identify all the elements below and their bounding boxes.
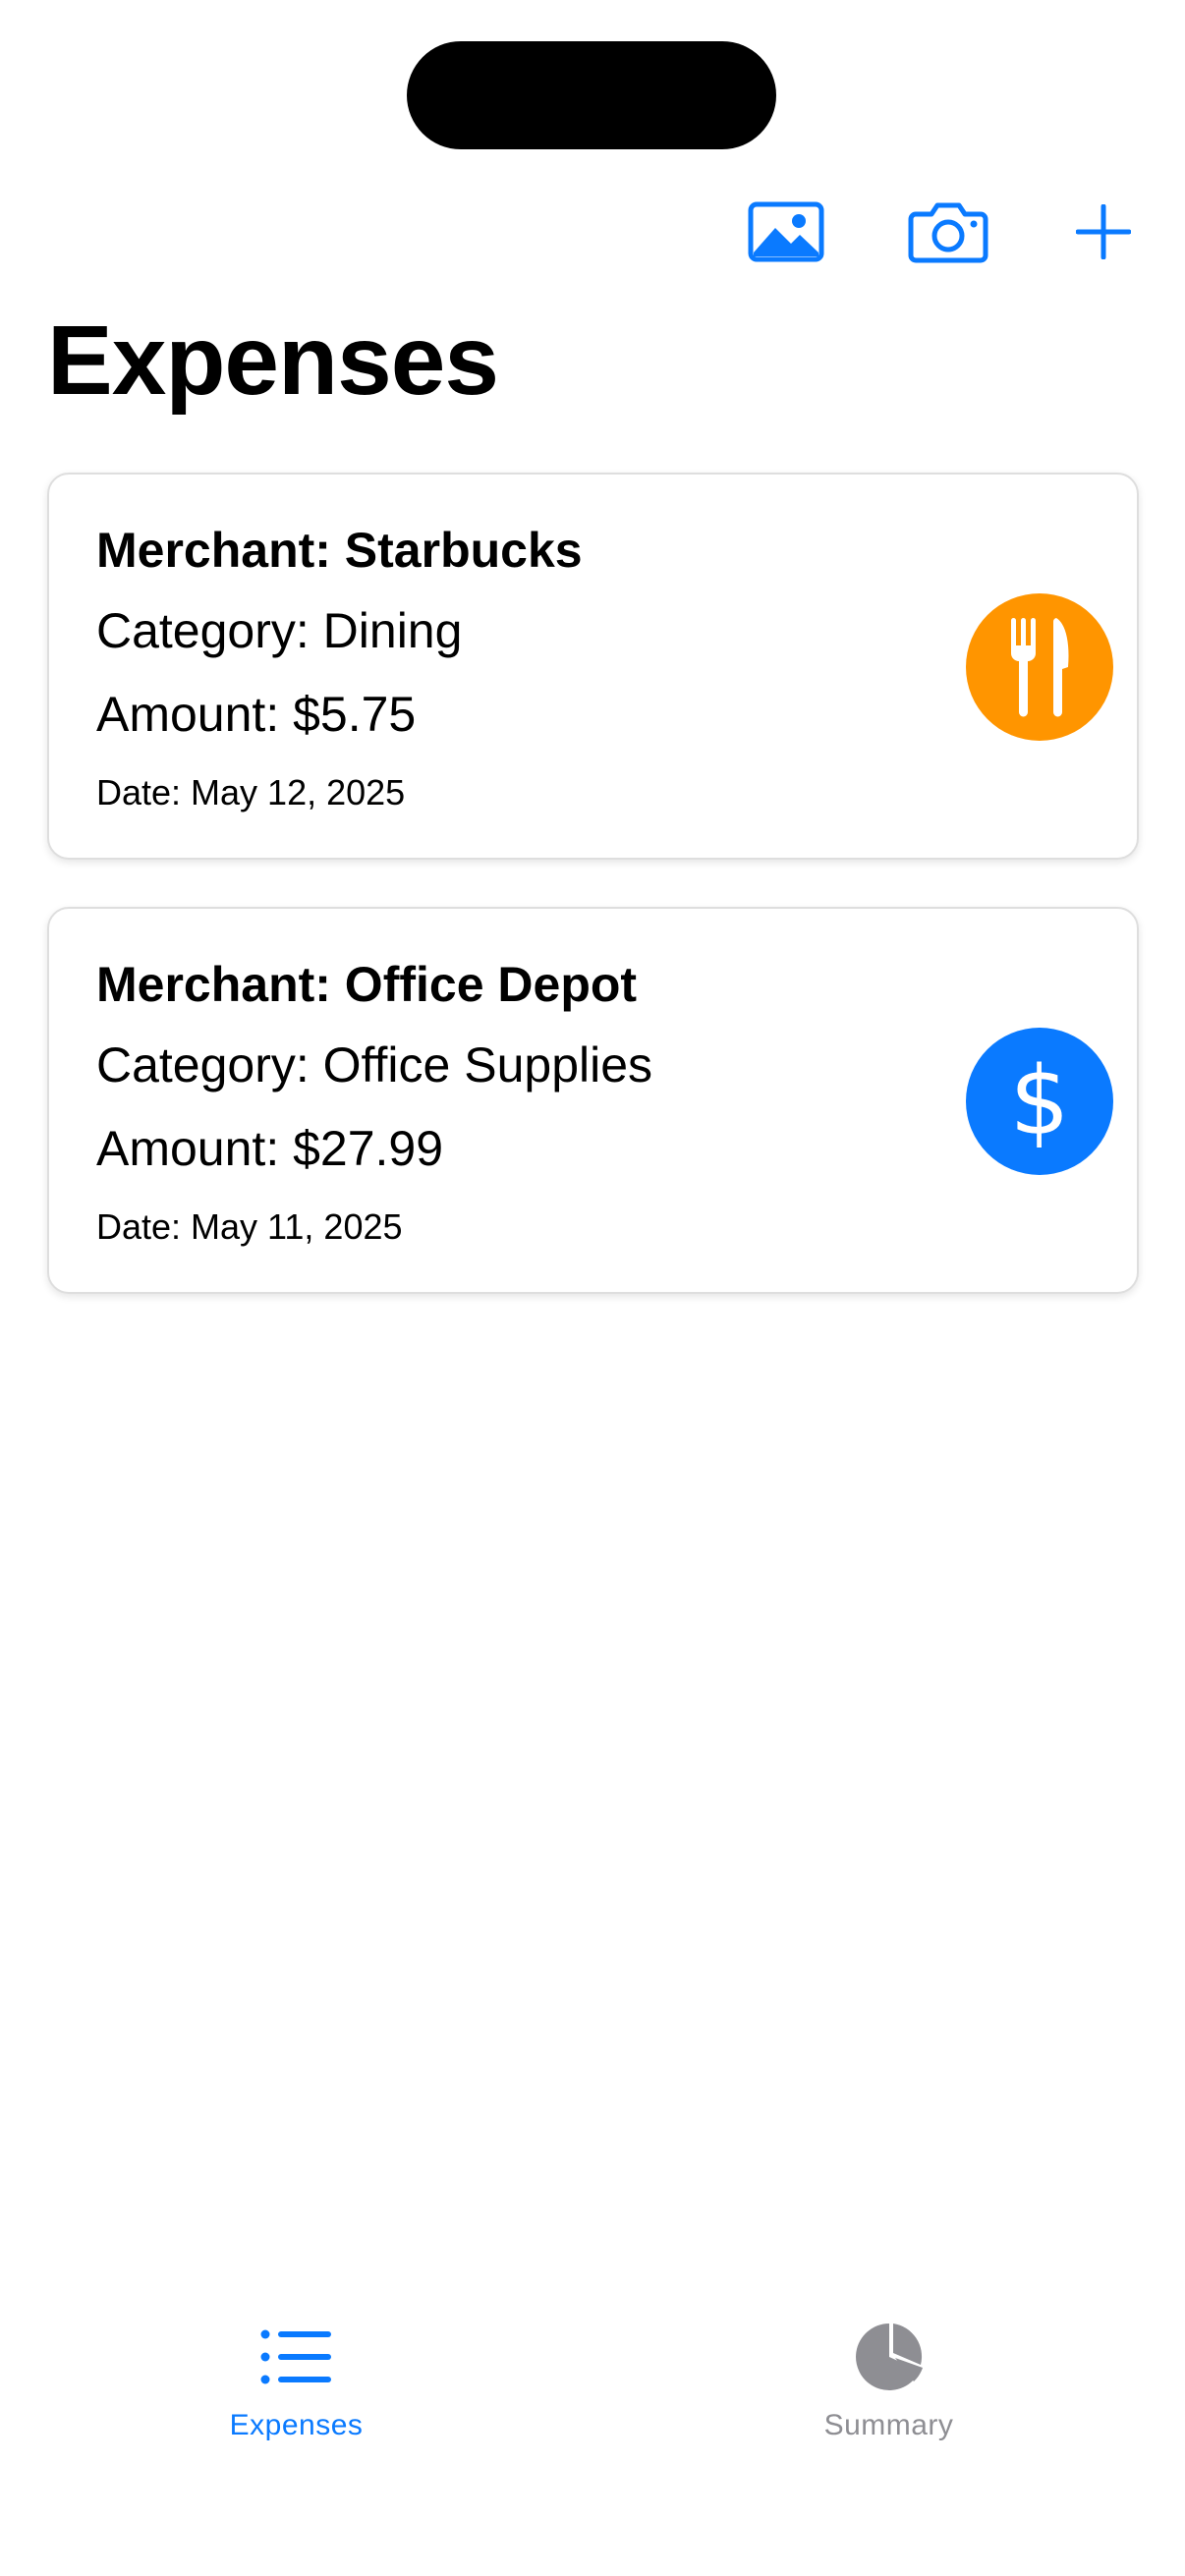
category-badge bbox=[966, 593, 1113, 741]
dollar-sign-icon: $ bbox=[1009, 1046, 1070, 1156]
tab-expenses[interactable]: Expenses bbox=[0, 2319, 592, 2505]
list-bullet-icon bbox=[260, 2319, 333, 2395]
pie-chart-icon bbox=[853, 2319, 926, 2395]
page-title: Expenses bbox=[47, 306, 499, 416]
add-expense-button[interactable] bbox=[1069, 193, 1138, 271]
date-label: Date: May 11, 2025 bbox=[96, 1206, 403, 1247]
date-label: Date: May 12, 2025 bbox=[96, 772, 406, 812]
photo-icon bbox=[748, 201, 824, 262]
expense-list: Merchant: Starbucks Category: Dining Amo… bbox=[47, 473, 1139, 1341]
tab-bar: Expenses Summary bbox=[0, 2319, 1185, 2505]
fork-knife-icon bbox=[1011, 618, 1069, 717]
merchant-label: Merchant: Starbucks bbox=[96, 523, 583, 578]
tab-summary-label: Summary bbox=[823, 2409, 954, 2441]
camera-icon bbox=[908, 202, 988, 263]
camera-button[interactable] bbox=[904, 193, 992, 271]
tab-summary[interactable]: Summary bbox=[592, 2319, 1185, 2505]
tab-expenses-label: Expenses bbox=[229, 2409, 364, 2441]
expense-card[interactable]: Merchant: Office Depot Category: Office … bbox=[47, 907, 1139, 1294]
plus-icon bbox=[1076, 204, 1131, 259]
category-badge: $ bbox=[966, 1028, 1113, 1175]
expense-card[interactable]: Merchant: Starbucks Category: Dining Amo… bbox=[47, 473, 1139, 860]
photo-library-button[interactable] bbox=[743, 193, 829, 271]
merchant-label: Merchant: Office Depot bbox=[96, 957, 638, 1012]
dynamic-island bbox=[407, 41, 776, 149]
